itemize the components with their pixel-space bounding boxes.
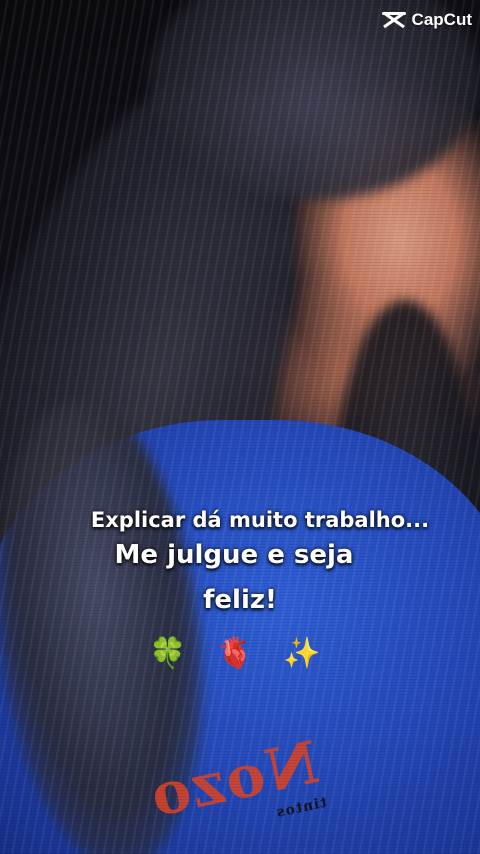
capcut-watermark: CapCut xyxy=(381,10,472,30)
hair-strand-texture xyxy=(0,0,480,854)
emoji-row: 🍀 🫀 ✨ xyxy=(0,636,480,671)
caption-line-2: Me julgue e seja xyxy=(114,540,354,570)
four-leaf-clover-icon: 🍀 xyxy=(149,636,197,671)
caption-line-1: Explicar dá muito trabalho... xyxy=(90,508,430,532)
sparkles-icon: ✨ xyxy=(283,636,331,671)
caption-line-3: feliz! xyxy=(203,585,277,615)
capcut-logo-icon xyxy=(381,11,406,29)
capcut-brand-text: CapCut xyxy=(411,10,472,29)
video-frame: Nozo tintos CapCut Explicar dá muito tra… xyxy=(0,0,480,854)
anatomical-heart-icon: 🫀 xyxy=(216,636,264,671)
